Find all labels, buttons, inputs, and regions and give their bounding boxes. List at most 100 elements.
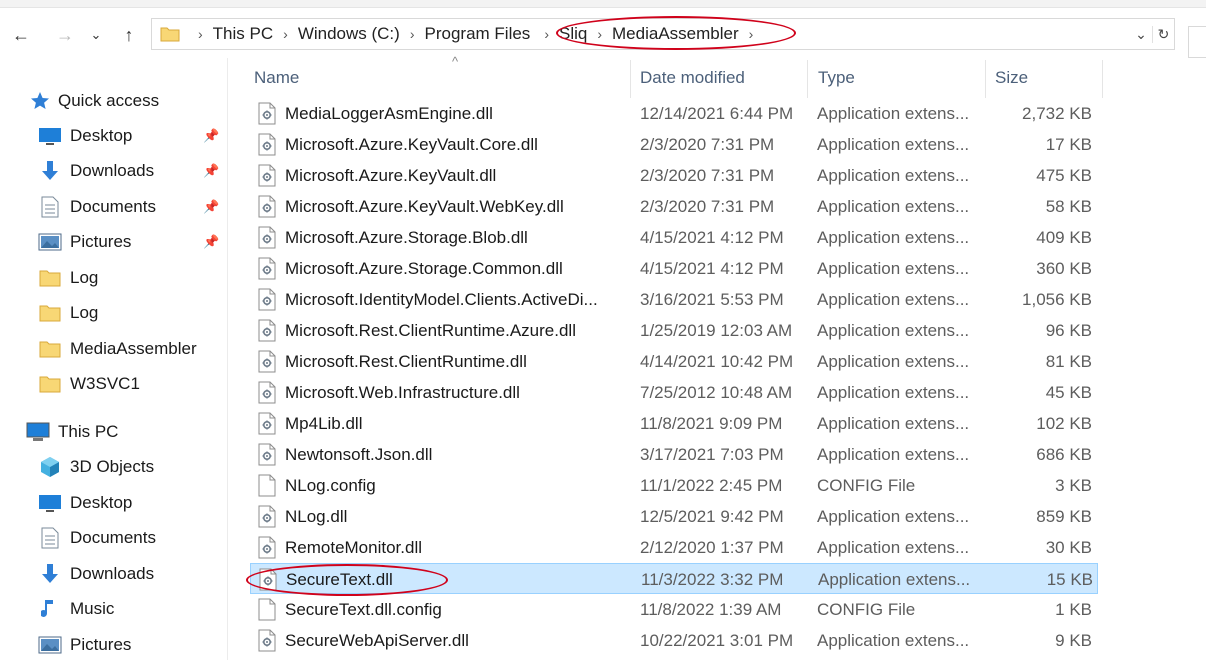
navigation-bar: ← → ⌄ ↑ › This PC › Windows (C:) › Progr… xyxy=(0,8,1206,58)
breadcrumb-mediaassembler[interactable]: MediaAssembler xyxy=(612,24,739,44)
column-divider[interactable] xyxy=(630,60,631,98)
column-header-label: Type xyxy=(818,68,855,87)
file-name: Microsoft.Rest.ClientRuntime.dll xyxy=(285,351,527,371)
file-name: SecureWebApiServer.dll xyxy=(285,630,469,650)
column-header-name[interactable]: Name ^ xyxy=(254,54,634,98)
desktop-icon xyxy=(38,125,62,147)
file-row[interactable]: Microsoft.Rest.ClientRuntime.dll 4/14/202… xyxy=(250,346,1098,377)
sidebar-item-label: Quick access xyxy=(58,91,160,110)
file-size: 9 KB xyxy=(1055,630,1092,650)
file-size: 102 KB xyxy=(1036,413,1092,433)
file-row[interactable]: Microsoft.Azure.Storage.Blob.dll 4/15/202… xyxy=(250,222,1098,253)
file-row[interactable]: SecureText.dll 11/3/2022 3:32 PM Applicati… xyxy=(250,563,1098,594)
column-header-date-modified[interactable]: Date modified xyxy=(640,58,810,98)
folder-icon xyxy=(38,302,62,324)
file-name: Microsoft.Azure.Storage.Common.dll xyxy=(285,258,563,278)
pin-icon: 📌 xyxy=(203,234,220,249)
file-type: Application extens... xyxy=(817,289,970,309)
file-size: 30 KB xyxy=(1045,537,1092,557)
file-size: 58 KB xyxy=(1045,196,1092,216)
file-name: Newtonsoft.Json.dll xyxy=(285,444,433,464)
breadcrumb-windows-c[interactable]: Windows (C:) xyxy=(298,24,400,44)
file-row[interactable]: Microsoft.Azure.KeyVault.Core.dll 2/3/202… xyxy=(250,129,1098,160)
file-date-modified: 4/15/2021 4:12 PM xyxy=(640,258,784,278)
recent-locations-button[interactable]: ⌄ xyxy=(86,22,106,48)
dll-file-icon xyxy=(258,381,276,404)
document-icon xyxy=(38,196,62,218)
file-date-modified: 2/12/2020 1:37 PM xyxy=(640,537,784,557)
file-size: 1 KB xyxy=(1055,599,1092,619)
dll-file-icon xyxy=(258,319,276,342)
back-button[interactable]: ← xyxy=(8,22,34,48)
file-size: 3 KB xyxy=(1055,475,1092,495)
sidebar-item-label: Documents xyxy=(70,197,156,216)
file-row[interactable]: Microsoft.IdentityModel.Clients.ActiveDi… xyxy=(250,284,1098,315)
column-divider[interactable] xyxy=(807,60,808,98)
pin-icon: 📌 xyxy=(203,199,220,214)
file-row[interactable]: NLog.dll 12/5/2021 9:42 PM Application ext… xyxy=(250,501,1098,532)
file-type: Application extens... xyxy=(817,320,970,340)
dll-file-icon xyxy=(259,568,277,591)
file-size: 475 KB xyxy=(1036,165,1092,185)
dll-file-icon xyxy=(258,164,276,187)
file-row[interactable]: NLog.config 11/1/2022 2:45 PM CONFIG File 3… xyxy=(250,470,1098,501)
file-row[interactable]: RemoteMonitor.dll 2/12/2020 1:37 PM Applic… xyxy=(250,532,1098,563)
column-header-size[interactable]: Size xyxy=(995,58,1095,98)
file-name: Microsoft.Rest.ClientRuntime.Azure.dll xyxy=(285,320,576,340)
sidebar-item-label: W3SVC1 xyxy=(70,374,140,393)
file-name: SecureText.dll.config xyxy=(285,599,442,619)
document-icon xyxy=(38,527,62,549)
file-date-modified: 7/25/2012 10:48 AM xyxy=(640,382,793,402)
up-button[interactable]: ↑ xyxy=(116,22,142,48)
file-name: NLog.dll xyxy=(285,506,348,526)
chevron-right-icon: › xyxy=(283,26,288,42)
file-row[interactable]: Microsoft.Azure.KeyVault.WebKey.dll 2/3/2… xyxy=(250,191,1098,222)
sidebar-item-quick-access[interactable]: Quick access xyxy=(30,84,258,118)
dll-file-icon xyxy=(258,629,276,652)
dll-file-icon xyxy=(258,536,276,559)
dll-file-icon xyxy=(258,257,276,280)
file-row[interactable]: Newtonsoft.Json.dll 3/17/2021 7:03 PM Appl… xyxy=(250,439,1098,470)
file-type: Application extens... xyxy=(817,227,970,247)
folder-icon xyxy=(38,373,62,395)
file-row[interactable]: Mp4Lib.dll 11/8/2021 9:09 PM Application e… xyxy=(250,408,1098,439)
file-row[interactable]: SecureText.dll.config 11/8/2022 1:39 AM CO… xyxy=(250,594,1098,625)
file-name: Microsoft.IdentityModel.Clients.ActiveDi… xyxy=(285,289,598,309)
breadcrumb-this-pc[interactable]: This PC xyxy=(213,24,273,44)
sidebar-item-label: Desktop xyxy=(70,126,133,145)
sidebar-item-label: Downloads xyxy=(70,564,155,583)
dll-file-icon xyxy=(258,288,276,311)
file-type: Application extens... xyxy=(817,506,970,526)
breadcrumb-program-files[interactable]: Program Files xyxy=(425,24,531,44)
refresh-button[interactable]: ↻ xyxy=(1152,25,1174,43)
sidebar-item-label: Desktop xyxy=(70,493,133,512)
sidebar-item-label: MediaAssembler xyxy=(70,339,197,358)
dll-file-icon xyxy=(258,195,276,218)
file-row[interactable]: MediaLoggerAsmEngine.dll 12/14/2021 6:44 … xyxy=(250,98,1098,129)
computer-icon xyxy=(26,421,50,443)
chevron-right-icon: › xyxy=(198,26,203,42)
file-type: Application extens... xyxy=(817,413,970,433)
file-row[interactable]: Microsoft.Azure.KeyVault.dll 2/3/2020 7:3… xyxy=(250,160,1098,191)
sidebar-item-label: Documents xyxy=(70,528,156,547)
file-row[interactable]: Microsoft.Rest.ClientRuntime.Azure.dll 1/… xyxy=(250,315,1098,346)
forward-button[interactable]: → xyxy=(52,22,78,48)
column-header-label: Date modified xyxy=(640,68,745,87)
pictures-icon xyxy=(38,634,62,656)
breadcrumb-sliq[interactable]: Sliq xyxy=(559,24,587,44)
address-dropdown-button[interactable]: ⌄ xyxy=(1130,26,1152,43)
column-divider[interactable] xyxy=(1102,60,1103,98)
file-name: Microsoft.Azure.Storage.Blob.dll xyxy=(285,227,528,247)
sidebar-item-this-pc[interactable]: This PC xyxy=(26,415,254,449)
address-bar[interactable]: › This PC › Windows (C:) › Program Files… xyxy=(151,18,1175,50)
file-type: CONFIG File xyxy=(817,475,916,495)
column-divider[interactable] xyxy=(985,60,986,98)
chevron-right-icon: › xyxy=(748,26,754,42)
sidebar-item-label: Music xyxy=(70,599,115,618)
column-header-type[interactable]: Type xyxy=(818,58,988,98)
file-size: 360 KB xyxy=(1036,258,1092,278)
search-box[interactable] xyxy=(1188,26,1206,58)
file-row[interactable]: Microsoft.Azure.Storage.Common.dll 4/15/2… xyxy=(250,253,1098,284)
file-row[interactable]: Microsoft.Web.Infrastructure.dll 7/25/201… xyxy=(250,377,1098,408)
file-row[interactable]: SecureWebApiServer.dll 10/22/2021 3:01 PM… xyxy=(250,625,1098,656)
